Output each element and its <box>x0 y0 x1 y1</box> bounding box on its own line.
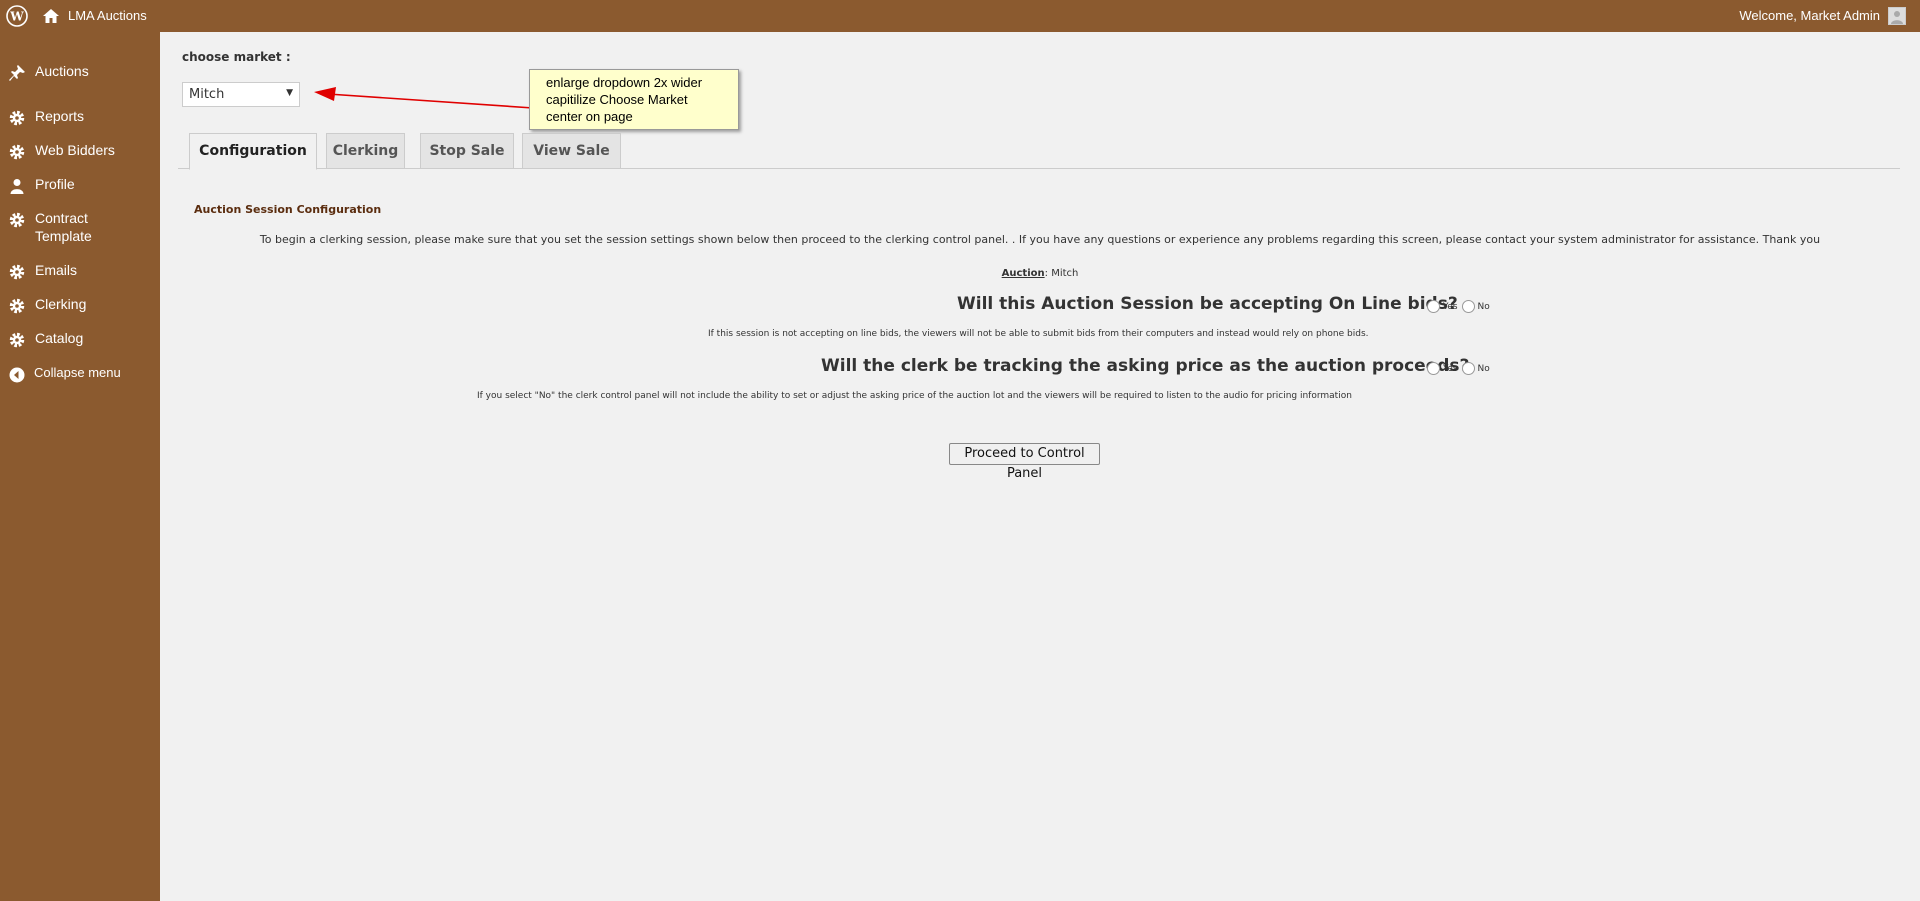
user-avatar-icon <box>1891 11 1903 24</box>
sidebar-item-label: Emails <box>35 262 78 278</box>
gear-icon <box>9 110 25 126</box>
online-bids-no-radio[interactable] <box>1461 300 1475 313</box>
no-label: No <box>1477 301 1490 312</box>
asking-price-question: Will the clerk be tracking the asking pr… <box>821 356 1470 376</box>
intro-text: To begin a clerking session, please make… <box>259 233 1821 246</box>
gear-icon <box>9 212 25 228</box>
user-icon <box>10 179 24 194</box>
auction-line: Auction: Mitch <box>160 268 1920 279</box>
auction-label: Auction <box>1001 268 1045 279</box>
welcome-text[interactable]: Welcome, Market Admin <box>1739 8 1880 23</box>
annotation-line: capitilize Choose Market <box>546 92 688 107</box>
asking-price-hint: If you select "No" the clerk control pan… <box>477 391 1352 401</box>
collapse-arrow-icon <box>9 367 25 383</box>
sidebar-item-label: Contract Template <box>35 210 92 244</box>
sidebar-item-label: Web Bidders <box>35 142 115 158</box>
sidebar-item-label: Catalog <box>35 330 84 346</box>
annotation-line: enlarge dropdown 2x wider <box>546 75 703 90</box>
gear-icon <box>9 264 25 280</box>
sidebar-item-label: Auctions <box>35 63 89 79</box>
main-content: choose market : Mitch ▼ enlarge dropdown… <box>160 32 1920 901</box>
gear-icon <box>9 298 25 314</box>
gear-icon <box>9 144 25 160</box>
auction-value: Mitch <box>1051 268 1079 279</box>
asking-price-options: Yes No <box>1427 362 1494 375</box>
online-bids-question: Will this Auction Session be accepting O… <box>957 294 1458 314</box>
site-name-link[interactable]: LMA Auctions <box>68 8 147 23</box>
avatar[interactable] <box>1888 7 1906 25</box>
wordpress-logo-icon[interactable]: W <box>6 5 28 27</box>
tab-view-sale[interactable]: View Sale <box>522 133 621 169</box>
proceed-button[interactable]: Proceed to Control Panel <box>949 443 1100 481</box>
yes-label: Yes <box>1443 301 1458 312</box>
tab-stop-sale[interactable]: Stop Sale <box>420 133 514 169</box>
online-bids-hint: If this session is not accepting on line… <box>708 329 1369 339</box>
annotation-line: center on page <box>546 109 633 124</box>
collapse-menu-label: Collapse menu <box>34 365 121 380</box>
sidebar: Auctions Reports Web Bidders Profile Con… <box>0 32 160 901</box>
sidebar-item-label: Profile <box>35 176 75 192</box>
sidebar-item-label: Clerking <box>35 296 87 312</box>
online-bids-options: Yes No <box>1427 300 1494 313</box>
asking-price-no-radio[interactable] <box>1461 362 1475 375</box>
svg-text:W: W <box>9 10 24 24</box>
market-select[interactable]: Mitch ▼ <box>182 82 300 107</box>
admin-bar: W LMA Auctions Welcome, Market Admin <box>0 0 1920 32</box>
yes-label: Yes <box>1443 363 1458 374</box>
home-icon[interactable] <box>42 7 60 25</box>
sidebar-item-label: Reports <box>35 108 85 124</box>
annotation-note: enlarge dropdown 2x wider capitilize Cho… <box>529 69 739 130</box>
tab-configuration[interactable]: Configuration <box>189 133 317 170</box>
gear-icon <box>9 332 25 348</box>
asking-price-yes-radio[interactable] <box>1427 362 1440 375</box>
choose-market-label: choose market : <box>182 50 291 64</box>
section-title: Auction Session Configuration <box>194 203 382 216</box>
market-select-value: Mitch <box>189 87 225 102</box>
online-bids-yes-radio[interactable] <box>1427 300 1440 313</box>
tab-clerking[interactable]: Clerking <box>326 133 405 169</box>
no-label: No <box>1477 363 1490 374</box>
chevron-down-icon: ▼ <box>286 88 293 98</box>
pin-icon <box>9 65 25 81</box>
